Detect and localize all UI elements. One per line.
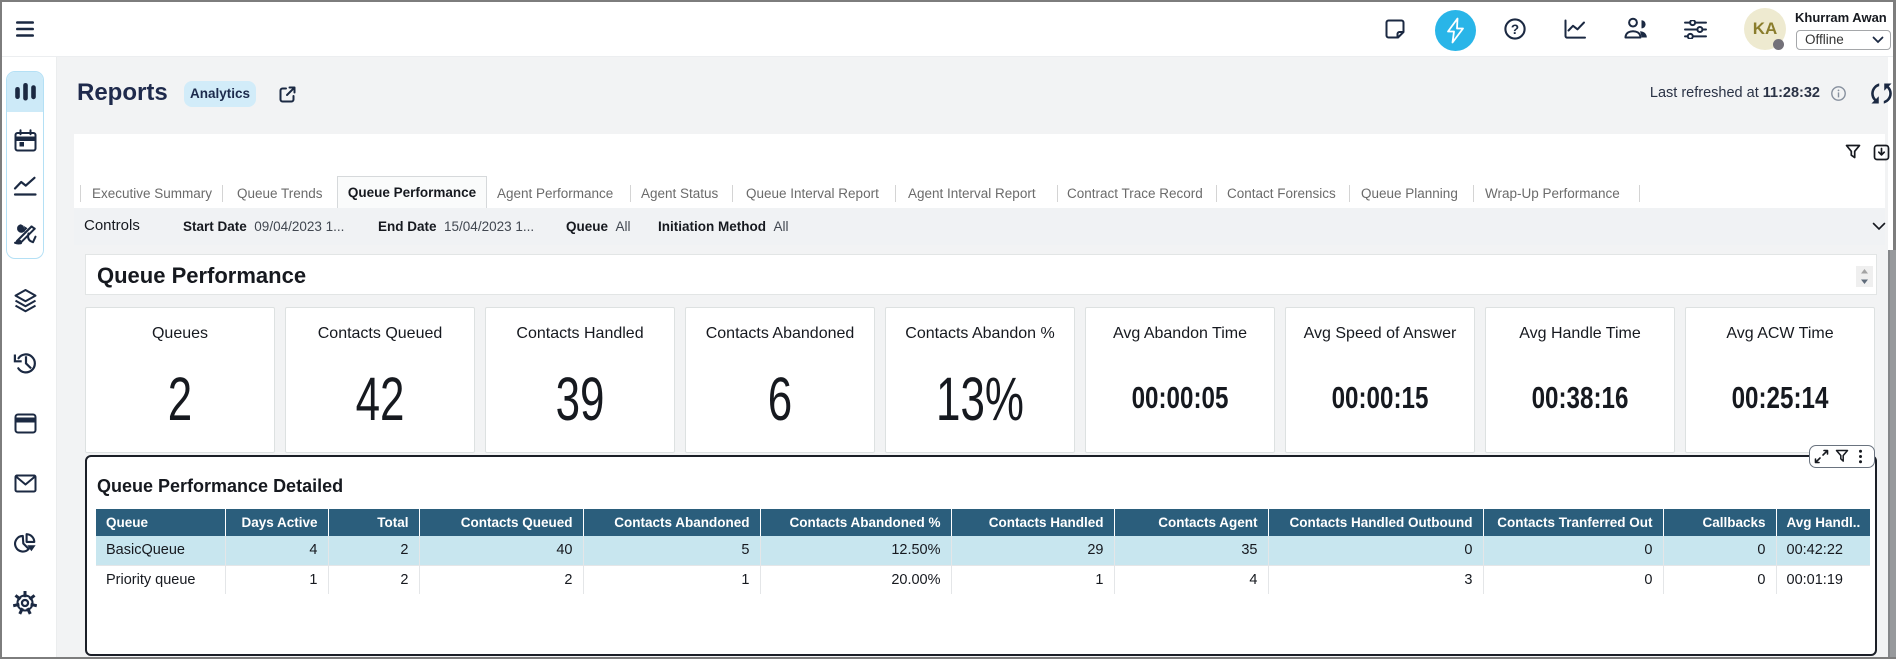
svg-text:?: ? (1511, 22, 1519, 37)
